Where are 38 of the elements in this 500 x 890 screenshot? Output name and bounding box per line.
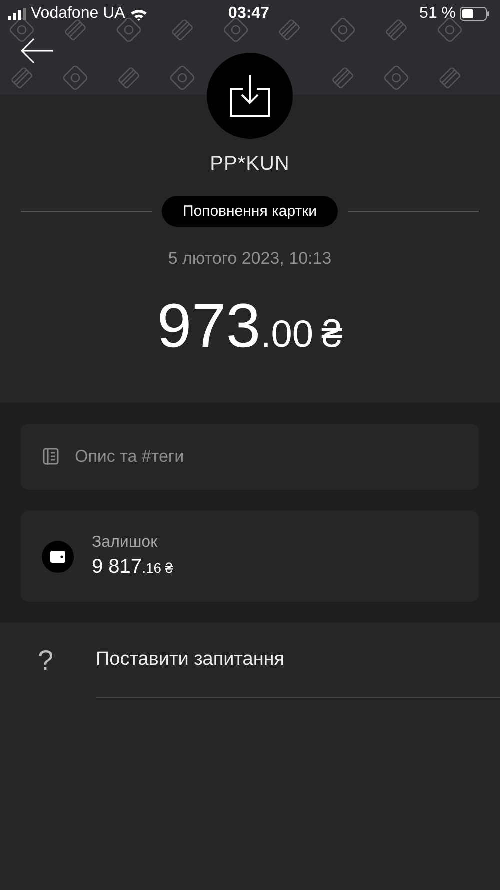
coin-icon — [62, 64, 89, 92]
clock-time: 03:47 — [228, 5, 270, 23]
card-icon — [385, 18, 408, 42]
card-icon — [278, 18, 301, 42]
description-field[interactable]: Опис та #теги — [21, 424, 479, 490]
coin-icon — [116, 16, 142, 44]
amount-fraction: .00 — [260, 314, 314, 357]
amount-integer: 973 — [157, 291, 261, 362]
battery-icon — [460, 7, 490, 21]
wallet-icon — [42, 540, 74, 572]
notebook-icon — [43, 448, 59, 466]
coin-icon — [330, 16, 356, 44]
balance-label: Залишок — [92, 534, 159, 552]
coin-icon — [436, 16, 464, 44]
currency-sign: ₴ — [322, 314, 343, 357]
question-icon: ? — [0, 644, 96, 676]
card-icon — [64, 18, 87, 42]
card-icon — [438, 66, 462, 90]
wifi-icon — [130, 8, 148, 20]
balance-amount: 9 817.16 ₴ — [92, 556, 174, 579]
back-button[interactable] — [20, 36, 56, 66]
coin-icon — [8, 16, 36, 44]
coin-icon — [383, 64, 410, 92]
merchant-name: PP*KUN — [210, 153, 290, 176]
transaction-date: 5 лютого 2023, 10:13 — [168, 249, 332, 269]
carrier-name: Vodafone UA — [31, 5, 126, 23]
coin-icon — [169, 64, 196, 92]
card-icon — [171, 18, 194, 42]
download-icon — [230, 75, 270, 117]
card-icon — [332, 66, 354, 90]
battery-percent: 51 % — [420, 5, 456, 23]
category-tag: Поповнення картки — [162, 196, 338, 227]
coin-icon — [222, 16, 250, 44]
card-icon — [118, 66, 140, 90]
signal-icon — [8, 8, 26, 20]
card-icon — [10, 66, 34, 90]
description-input[interactable]: Опис та #теги — [73, 446, 457, 468]
ask-question-button[interactable]: Поставити запитання — [96, 623, 500, 698]
